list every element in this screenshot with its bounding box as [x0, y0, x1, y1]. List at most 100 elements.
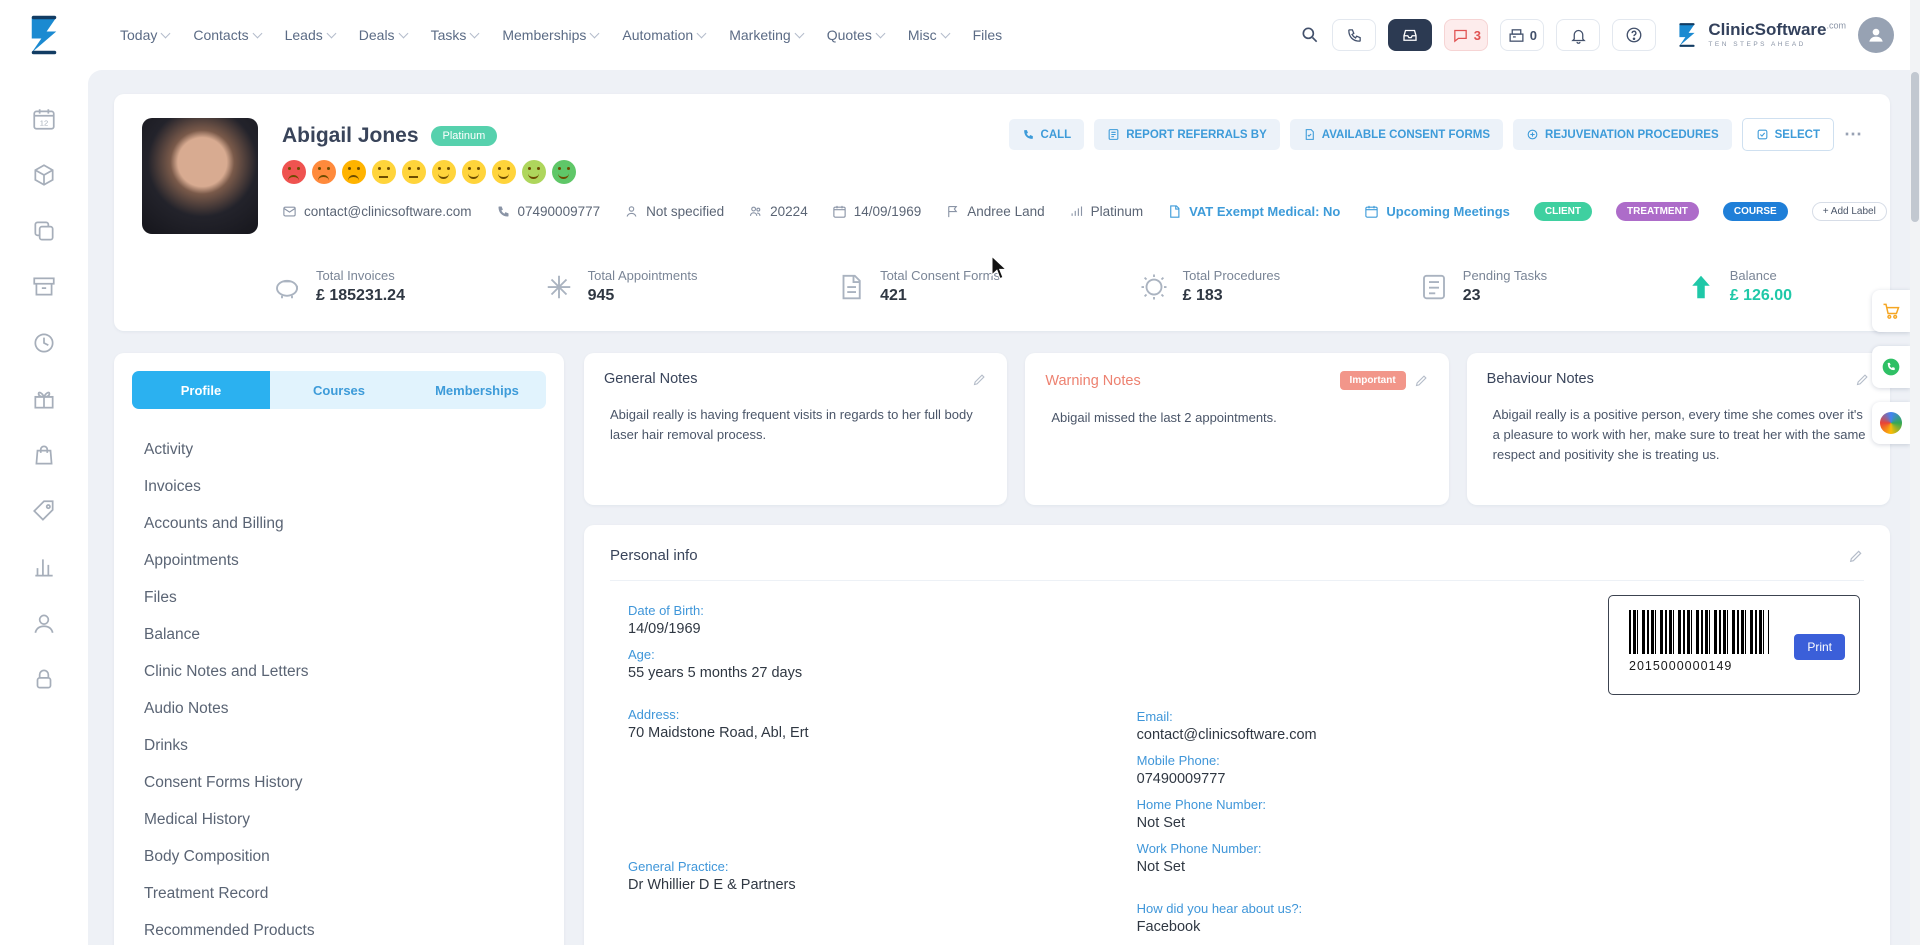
tab-memberships[interactable]: Memberships — [408, 371, 546, 409]
nav-automation[interactable]: Automation — [622, 27, 705, 43]
support-icon[interactable] — [31, 610, 57, 636]
tab-courses[interactable]: Courses — [270, 371, 408, 409]
vat-exempt-link[interactable]: VAT Exempt Medical: No — [1167, 204, 1340, 219]
emoji-very-happy-icon[interactable] — [552, 160, 576, 184]
important-badge: Important — [1340, 371, 1406, 390]
menu-item-invoices[interactable]: Invoices — [144, 468, 564, 505]
call-button[interactable]: CALL — [1009, 119, 1085, 150]
dialer-button[interactable] — [1332, 19, 1376, 51]
scrollbar-thumb[interactable] — [1911, 72, 1919, 222]
print-button[interactable]: Print — [1794, 634, 1845, 660]
emoji-happy-icon[interactable] — [522, 160, 546, 184]
client-referral[interactable]: Not specified — [624, 204, 724, 219]
shopping-bag-icon[interactable] — [31, 442, 57, 468]
documents-icon[interactable] — [31, 218, 57, 244]
nav-misc[interactable]: Misc — [908, 27, 949, 43]
chat-button[interactable]: 3 — [1444, 19, 1488, 51]
client-location[interactable]: Andree Land — [945, 204, 1044, 219]
lock-icon[interactable] — [31, 666, 57, 692]
emoji-neutral-icon[interactable] — [372, 160, 396, 184]
add-label-button[interactable]: + Add Label — [1812, 202, 1887, 221]
translate-tab[interactable] — [1872, 402, 1910, 444]
chevron-down-icon — [697, 29, 707, 39]
client-level-text: Platinum — [1091, 204, 1144, 219]
call-tab[interactable] — [1872, 346, 1910, 388]
archive-icon[interactable] — [31, 274, 57, 300]
rejuvenation-procedures-button[interactable]: REJUVENATION PROCEDURES — [1513, 119, 1732, 150]
menu-item-files[interactable]: Files — [144, 579, 564, 616]
menu-item-medical-history[interactable]: Medical History — [144, 801, 564, 838]
menu-item-appointments[interactable]: Appointments — [144, 542, 564, 579]
nav-contacts[interactable]: Contacts — [193, 27, 260, 43]
tags-icon[interactable] — [31, 498, 57, 524]
cart-tab[interactable] — [1872, 290, 1910, 332]
nav-tasks[interactable]: Tasks — [431, 27, 479, 43]
client-dob[interactable]: 14/09/1969 — [832, 204, 922, 219]
select-button[interactable]: SELECT — [1742, 118, 1834, 151]
client-email[interactable]: contact@clinicsoftware.com — [282, 204, 472, 219]
menu-item-clinic-notes[interactable]: Clinic Notes and Letters — [144, 653, 564, 690]
menu-item-treatment-record[interactable]: Treatment Record — [144, 875, 564, 912]
report-referrals-button[interactable]: REPORT REFERRALS BY — [1094, 119, 1280, 150]
menu-item-accounts-billing[interactable]: Accounts and Billing — [144, 505, 564, 542]
client-level[interactable]: Platinum — [1069, 204, 1144, 219]
menu-item-drinks[interactable]: Drinks — [144, 727, 564, 764]
emoji-unhappy-icon[interactable] — [342, 160, 366, 184]
emoji-smile-icon[interactable] — [432, 160, 456, 184]
emoji-smile-icon[interactable] — [492, 160, 516, 184]
calendar-icon[interactable]: 12 — [31, 106, 57, 132]
nav-quotes[interactable]: Quotes — [827, 27, 884, 43]
gift-icon[interactable] — [31, 386, 57, 412]
emoji-angry-icon[interactable] — [282, 160, 306, 184]
emoji-neutral-icon[interactable] — [402, 160, 426, 184]
address-value: 70 Maidstone Road, Abl, Ert — [628, 725, 1137, 741]
user-avatar[interactable] — [1858, 17, 1894, 53]
stat-total-appointments: Total Appointments945 — [544, 268, 698, 305]
products-icon[interactable] — [31, 162, 57, 188]
phone-icon — [1346, 27, 1363, 44]
nav-marketing[interactable]: Marketing — [729, 27, 802, 43]
nav-memberships[interactable]: Memberships — [502, 27, 598, 43]
edit-pencil-icon[interactable] — [972, 372, 987, 387]
menu-item-audio-notes[interactable]: Audio Notes — [144, 690, 564, 727]
page-scrollbar[interactable] — [1910, 0, 1920, 945]
more-options-button[interactable]: ⋯ — [1844, 124, 1864, 145]
search-icon[interactable] — [1300, 25, 1320, 45]
app-logo[interactable] — [0, 14, 88, 56]
gear-icon — [1139, 272, 1169, 302]
client-id[interactable]: 20224 — [748, 204, 808, 219]
edit-pencil-icon[interactable] — [1848, 548, 1864, 564]
menu-item-recommended-products[interactable]: Recommended Products — [144, 912, 564, 945]
emoji-smile-icon[interactable] — [462, 160, 486, 184]
consent-forms-button[interactable]: AVAILABLE CONSENT FORMS — [1290, 119, 1503, 150]
label-course-badge[interactable]: COURSE — [1723, 202, 1788, 221]
menu-item-consent-history[interactable]: Consent Forms History — [144, 764, 564, 801]
help-button[interactable] — [1612, 19, 1656, 51]
edit-pencil-icon[interactable] — [1855, 372, 1870, 387]
reports-chart-icon[interactable] — [31, 554, 57, 580]
label-treatment-badge[interactable]: TREATMENT — [1616, 202, 1699, 221]
tab-profile[interactable]: Profile — [132, 371, 270, 409]
edit-pencil-icon[interactable] — [1414, 373, 1429, 388]
till-button[interactable]: 0 — [1500, 19, 1544, 51]
nav-deals[interactable]: Deals — [359, 27, 407, 43]
label-client-badge[interactable]: CLIENT — [1534, 202, 1592, 221]
menu-item-activity[interactable]: Activity — [144, 431, 564, 468]
upcoming-meetings-link[interactable]: Upcoming Meetings — [1364, 204, 1510, 219]
menu-item-body-composition[interactable]: Body Composition — [144, 838, 564, 875]
inbox-button[interactable] — [1388, 19, 1432, 51]
menu-item-balance[interactable]: Balance — [144, 616, 564, 653]
nav-leads[interactable]: Leads — [285, 27, 335, 43]
nav-today[interactable]: Today — [120, 27, 169, 43]
nav-files[interactable]: Files — [973, 27, 1003, 43]
history-icon[interactable] — [31, 330, 57, 356]
phone-icon — [1881, 357, 1901, 377]
notifications-button[interactable] — [1556, 19, 1600, 51]
emoji-sad-icon[interactable] — [312, 160, 336, 184]
profile-side-panel: Profile Courses Memberships Activity Inv… — [114, 353, 564, 945]
brand-tagline: TEN STEPS AHEAD — [1708, 42, 1846, 49]
chevron-down-icon — [326, 29, 336, 39]
client-phone[interactable]: 07490009777 — [496, 204, 601, 219]
phone-icon — [496, 204, 511, 219]
warning-notes-text: Abigail missed the last 2 appointments. — [1045, 408, 1428, 428]
